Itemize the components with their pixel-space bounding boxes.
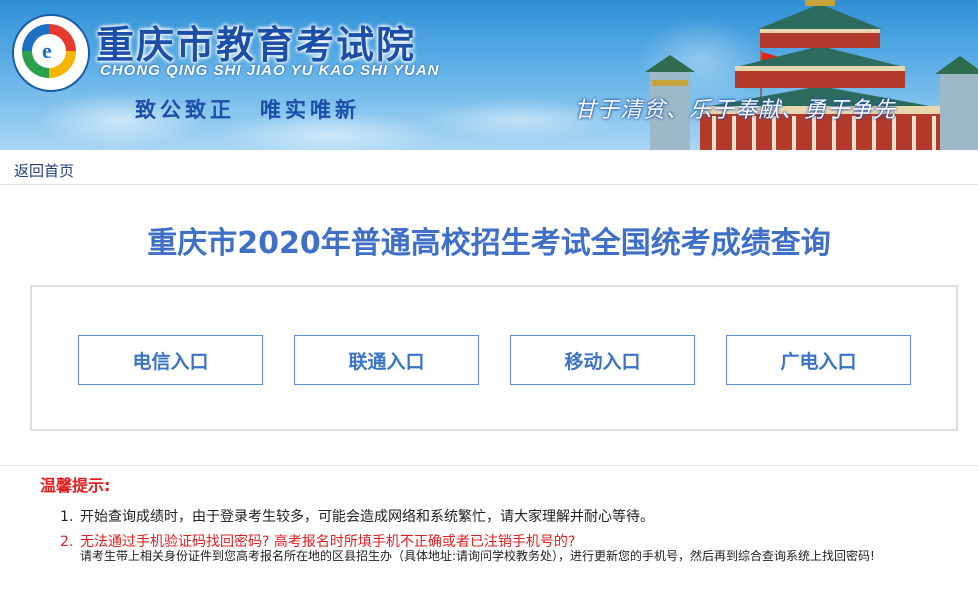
unicom-entry-button[interactable]: 联通入口 [294,335,479,385]
site-title: 重庆市教育考试院 [96,23,417,67]
great-hall-illustration [645,0,978,150]
tips-title: 温馨提示: [40,476,111,495]
header-banner: e 重庆市教育考试院 CHONG QING SHI JIAO YU KAO SH… [0,0,978,150]
broadcast-entry-button[interactable]: 广电入口 [726,335,911,385]
tip-text: 无法通过手机验证码找回密码? 高考报名时所填手机不正确或者已注销手机号的? [80,534,576,550]
tip-item-1: 1. 开始查询成绩时，由于登录考生较多，可能会造成网络和系统繁忙，请大家理解并耐心… [60,506,654,526]
nav-divider [0,184,978,185]
page-title: 重庆市2020年普通高校招生考试全国统考成绩查询 [147,226,831,261]
tip-item-2: 2. 无法通过手机验证码找回密码? 高考报名时所填手机不正确或者已注销手机号的? [60,531,575,551]
tips-divider [0,465,978,466]
tip-number: 1. [60,509,74,525]
exam-authority-logo-icon: e [12,14,90,92]
home-link[interactable]: 返回首页 [14,160,74,181]
mobile-entry-button[interactable]: 移动入口 [510,335,695,385]
site-pinyin: CHONG QING SHI JIAO YU KAO SHI YUAN [100,62,440,79]
entry-panel: 电信入口 联通入口 移动入口 广电入口 [30,285,958,431]
motto-left: 致公致正 唯实唯新 [135,98,360,122]
telecom-entry-button[interactable]: 电信入口 [78,335,263,385]
tip-detail: 请考生带上相关身份证件到您高考报名所在地的区县招生办（具体地址:请询问学校教务处… [80,549,875,563]
nav-bar [0,150,978,184]
motto-right: 甘于清贫、乐于奉献、勇于争先 [574,98,897,123]
tip-number: 2. [60,534,74,550]
tip-text: 开始查询成绩时，由于登录考生较多，可能会造成网络和系统繁忙，请大家理解并耐心等待… [80,509,654,525]
